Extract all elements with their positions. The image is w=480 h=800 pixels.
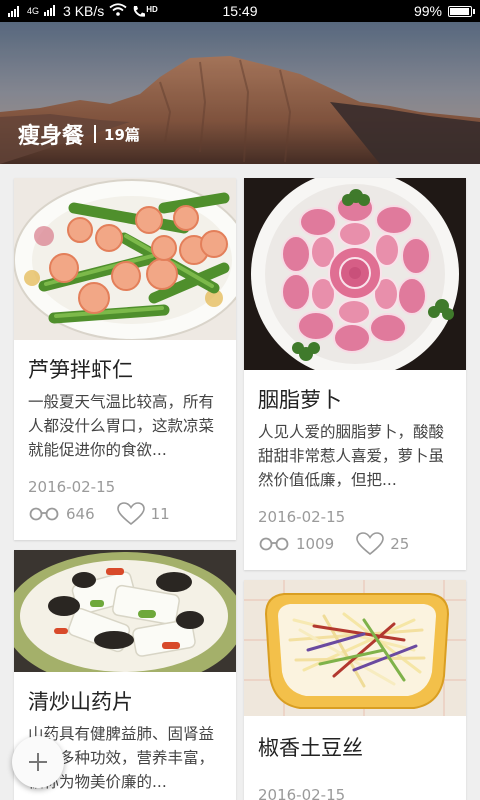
heart-icon[interactable] — [116, 502, 145, 526]
recipe-stats: 1009 25 — [258, 532, 431, 556]
like-count-value: 25 — [390, 535, 410, 553]
wifi-icon — [109, 3, 127, 19]
plus-icon — [29, 753, 47, 771]
recipe-photo-potato-shreds — [244, 580, 466, 716]
recipe-card[interactable]: 芦笋拌虾仁 一般夏天气温比较高，所有人都没什么胃口，这款凉菜就能促进你的食欲..… — [14, 178, 236, 540]
recipe-date: 2016-02-15 — [28, 478, 116, 496]
view-count: 646 — [28, 505, 95, 523]
battery-percent: 99% — [413, 3, 442, 19]
view-count-value: 646 — [66, 505, 95, 523]
phone-hd-icon: HD — [132, 5, 158, 18]
status-bar: 4G 3 KB/s HD 15:49 99% — [0, 0, 480, 22]
recipe-description: 一般夏天气温比较高，所有人都没什么胃口，这款凉菜就能促进你的食欲... — [28, 393, 215, 459]
add-recipe-button[interactable] — [12, 736, 64, 788]
recipe-date: 2016-02-15 — [258, 508, 346, 526]
like-count-value: 11 — [150, 505, 170, 523]
recipe-photo-pickled-radish — [244, 178, 466, 370]
battery-level — [450, 7, 469, 15]
recipe-card[interactable]: 椒香土豆丝 2016-02-15 — [244, 580, 466, 800]
category-header: 瘦身餐 19篇 — [0, 22, 480, 164]
view-count: 1009 — [258, 535, 334, 553]
recipe-count: 19篇 — [104, 125, 140, 144]
recipe-stats: 646 11 — [28, 502, 192, 526]
title-divider — [94, 125, 97, 143]
view-count-value: 1009 — [296, 535, 335, 553]
recipe-description: 人见人爱的胭脂萝卜，酸酸甜甜非常惹人喜爱，萝卜虽然价值低廉，但把... — [258, 423, 445, 489]
recipe-title: 清炒山药片 — [28, 690, 133, 714]
battery-icon — [448, 5, 475, 17]
like-count[interactable]: 11 — [116, 502, 170, 526]
signal-icon — [8, 5, 22, 17]
recipe-card[interactable]: 胭脂萝卜 人见人爱的胭脂萝卜，酸酸甜甜非常惹人喜爱，萝卜虽然价值低廉，但把...… — [244, 178, 466, 570]
recipe-photo-yam-slices — [14, 550, 236, 672]
glasses-icon — [259, 537, 289, 551]
signal-icon-2 — [44, 3, 58, 19]
like-count[interactable]: 25 — [356, 532, 409, 556]
heart-icon[interactable] — [356, 532, 384, 556]
recipe-photo-shrimp-asparagus — [14, 178, 236, 340]
hd-label: HD — [146, 4, 158, 14]
recipe-title: 椒香土豆丝 — [258, 736, 363, 760]
network-type-label: 4G — [27, 5, 40, 16]
recipe-date: 2016-02-15 — [258, 786, 346, 800]
glasses-icon — [29, 507, 59, 521]
recipe-title: 胭脂萝卜 — [258, 388, 342, 412]
network-speed: 3 KB/s — [63, 3, 105, 19]
category-title: 瘦身餐 — [18, 124, 85, 149]
recipe-title: 芦笋拌虾仁 — [28, 358, 133, 382]
